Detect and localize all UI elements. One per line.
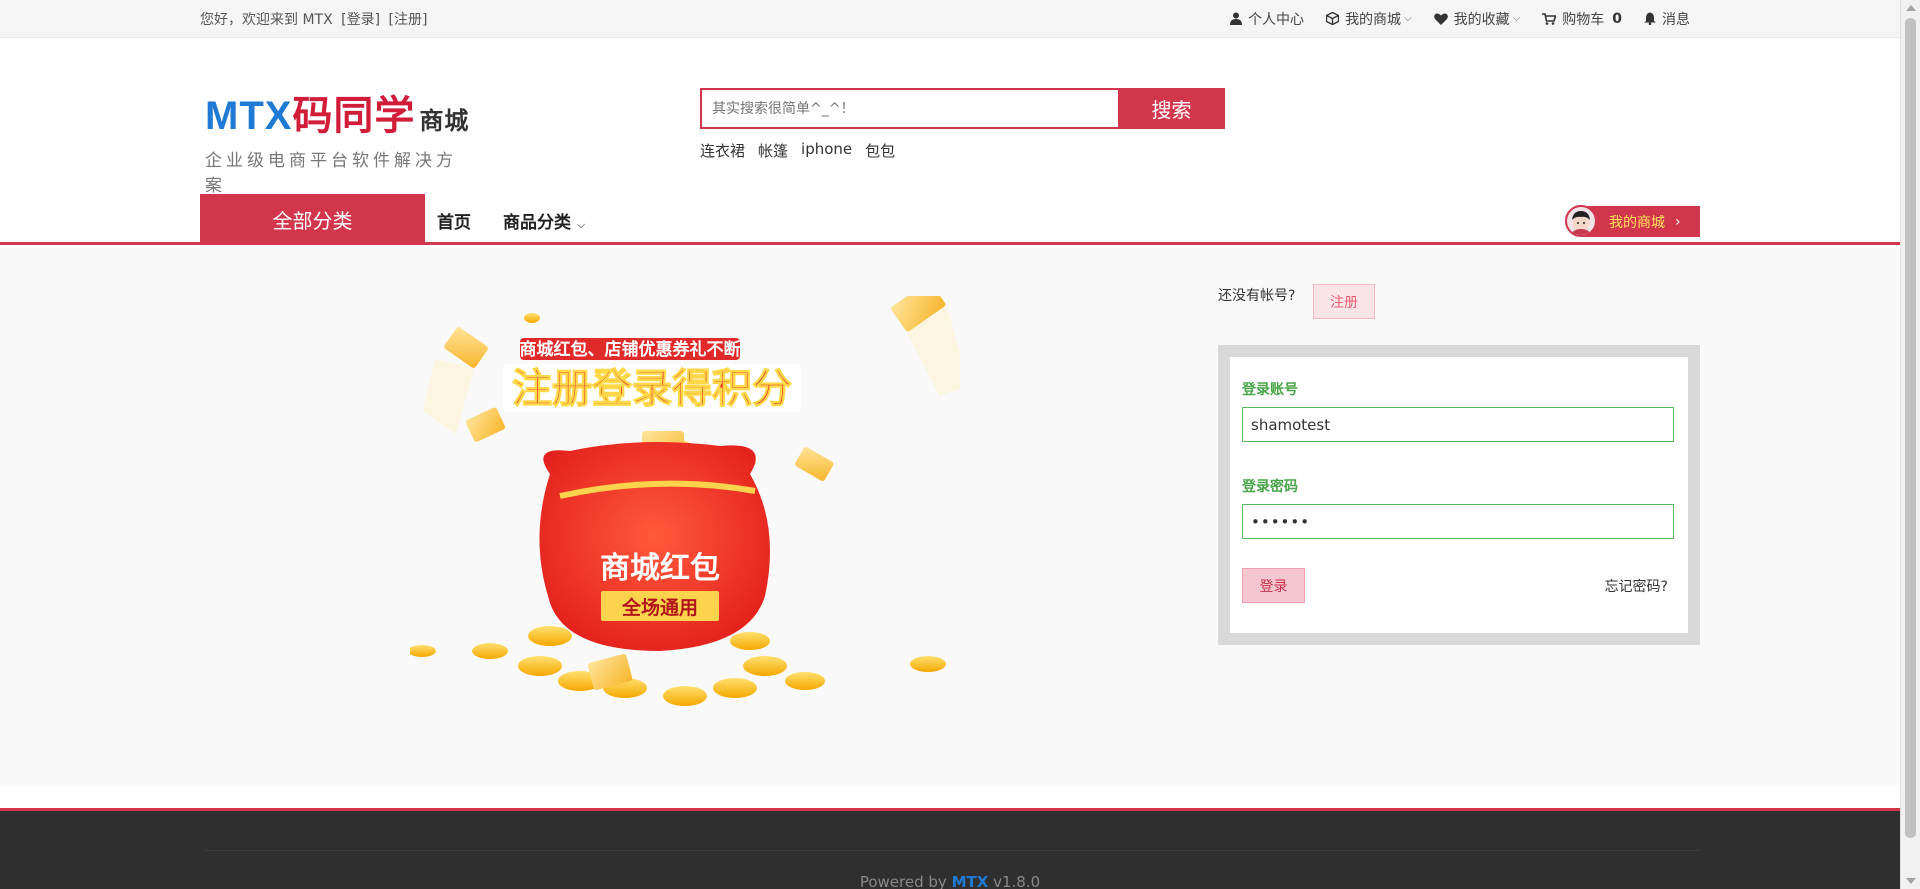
main-nav: 全部分类 首页 商品分类 ⌵ 我的商城 › <box>0 194 1920 245</box>
my-favorites-menu[interactable]: 我的收藏 ⌵ <box>1433 9 1521 29</box>
scroll-down-icon[interactable] <box>1906 878 1916 884</box>
banner-top-text: 商城红包、店铺优惠券礼不断 <box>520 339 741 360</box>
footer-version: v1.8.0 <box>993 873 1041 889</box>
register-button[interactable]: 注册 <box>1313 284 1375 319</box>
account-input[interactable]: shamotest <box>1242 407 1674 442</box>
page-scrollbar[interactable] <box>1900 0 1920 889</box>
nav-home[interactable]: 首页 <box>437 208 471 233</box>
login-button[interactable]: 登录 <box>1242 568 1305 603</box>
cart-link[interactable]: 购物车 0 <box>1542 9 1622 29</box>
register-link[interactable]: [注册] <box>389 12 428 28</box>
top-bar: 您好，欢迎来到 MTX [登录] [注册] 个人中心 我的商城 ⌵ 我的收藏 ⌵… <box>0 0 1920 38</box>
all-categories-button[interactable]: 全部分类 <box>200 194 425 245</box>
search-button[interactable]: 搜索 <box>1118 88 1225 129</box>
site-logo[interactable]: MTX码同学 商城 企业级电商平台软件解决方案 <box>205 94 475 196</box>
chevron-down-icon: ⌵ <box>576 218 586 231</box>
logo-shop: 商城 <box>419 108 470 135</box>
hot-word[interactable]: 帐篷 <box>758 140 788 161</box>
messages-label: 消息 <box>1662 11 1690 28</box>
welcome-text: 您好，欢迎来到 MTX <box>200 11 333 28</box>
header: MTX码同学商城 企业级电商平台软件解决方案 搜索 连衣裙 帐篷 iphone … <box>0 38 1920 196</box>
chevron-down-icon: ⌵ <box>1404 13 1412 24</box>
red-packet-illustration: 商城红包、店铺优惠券礼不断 注册登录得积分 商城红包 全场通用 <box>408 281 970 706</box>
banner-bag-subtext: 全场通用 <box>621 596 698 619</box>
bell-icon <box>1644 12 1656 25</box>
my-mall-widget[interactable]: 我的商城 › <box>1565 205 1700 237</box>
logo-brand: MTX <box>205 94 293 138</box>
promo-banner: 商城红包、店铺优惠券礼不断 注册登录得积分 商城红包 全场通用 <box>408 281 970 721</box>
password-input[interactable]: •••••• <box>1242 504 1674 539</box>
banner-main-text: 注册登录得积分 <box>512 366 792 412</box>
main-content: 商城红包、店铺优惠券礼不断 注册登录得积分 商城红包 全场通用 还没有帐号? 注… <box>0 248 1900 785</box>
heart-icon <box>1433 13 1448 25</box>
personal-center-label: 个人中心 <box>1248 11 1305 28</box>
forgot-password-link[interactable]: 忘记密码? <box>1605 576 1668 596</box>
my-mall-label: 我的商城 <box>1345 11 1402 28</box>
login-link[interactable]: [登录] <box>341 12 380 28</box>
account-label: 登录账号 <box>1242 382 1298 398</box>
hot-word[interactable]: 包包 <box>865 140 895 161</box>
logo-slogan: 企业级电商平台软件解决方案 <box>205 151 457 196</box>
logo-brand-cn: 码同学 <box>292 94 416 138</box>
banner-bag-text: 商城红包 <box>600 551 720 586</box>
search-bar: 搜索 <box>700 88 1225 129</box>
top-links: 个人中心 我的商城 ⌵ 我的收藏 ⌵ 购物车 0 消息 <box>1208 9 1690 29</box>
cart-icon <box>1542 12 1557 25</box>
chevron-down-icon: ⌵ <box>1512 13 1521 24</box>
password-label: 登录密码 <box>1242 479 1298 495</box>
footer-divider <box>205 850 1700 851</box>
scrollbar-thumb[interactable] <box>1905 18 1916 838</box>
hot-word[interactable]: 连衣裙 <box>700 140 745 161</box>
avatar <box>1565 205 1597 237</box>
scroll-up-icon[interactable] <box>1906 5 1916 11</box>
personal-center-link[interactable]: 个人中心 <box>1230 9 1304 29</box>
chevron-right-icon: › <box>1675 213 1681 230</box>
hot-word[interactable]: iphone <box>801 140 852 161</box>
cart-label: 购物车 <box>1562 11 1605 28</box>
login-form: 登录账号 shamotest 登录密码 •••••• 登录 忘记密码? <box>1218 345 1700 645</box>
my-mall-button[interactable]: 我的商城 › <box>1583 206 1700 237</box>
hot-words: 连衣裙 帐篷 iphone 包包 <box>700 140 908 161</box>
footer: Powered by MTX v1.8.0 <box>0 808 1900 889</box>
my-mall-button-label: 我的商城 <box>1609 214 1665 231</box>
powered-prefix: Powered by <box>859 873 947 889</box>
my-favorites-label: 我的收藏 <box>1453 11 1510 28</box>
my-mall-menu[interactable]: 我的商城 ⌵ <box>1326 9 1412 29</box>
messages-link[interactable]: 消息 <box>1644 9 1690 29</box>
cube-icon <box>1326 12 1340 25</box>
cart-count: 0 <box>1612 10 1622 27</box>
nav-goods-category-label: 商品分类 <box>503 213 571 233</box>
search-input[interactable] <box>700 88 1118 129</box>
nav-goods-category[interactable]: 商品分类 ⌵ <box>503 208 585 233</box>
powered-by: Powered by MTX v1.8.0 <box>0 873 1900 889</box>
footer-brand-link[interactable]: MTX <box>952 873 989 889</box>
logo-wordmark: MTX码同学 商城 <box>205 94 475 144</box>
user-icon <box>1230 12 1243 25</box>
no-account-text: 还没有帐号? <box>1218 288 1296 304</box>
welcome-area: 您好，欢迎来到 MTX [登录] [注册] <box>200 9 431 29</box>
